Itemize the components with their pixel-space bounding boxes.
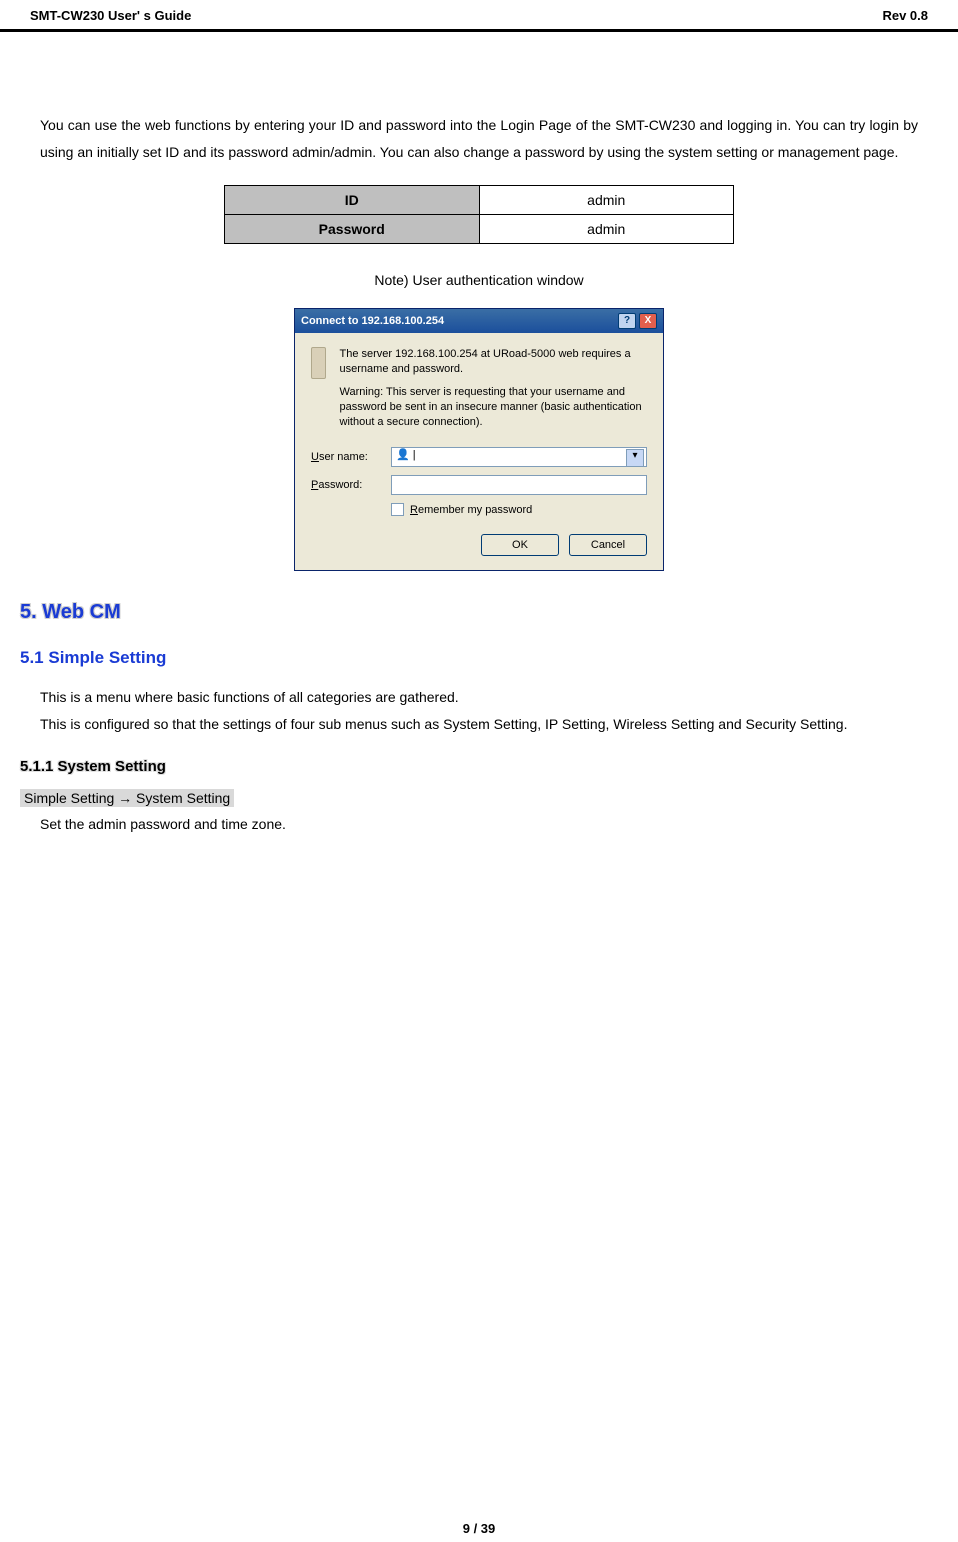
dialog-title-text: Connect to 192.168.100.254 [301,315,444,327]
sec51-line1: This is a menu where basic functions of … [40,684,918,711]
dialog-message-2: Warning: This server is requesting that … [340,385,647,430]
cancel-button[interactable]: Cancel [569,534,647,556]
ok-button[interactable]: OK [481,534,559,556]
section-5-1-heading: 5.1 Simple Setting [20,648,918,668]
doc-rev: Rev 0.8 [882,8,928,23]
sec511-line: Set the admin password and time zone. [40,811,918,838]
auth-dialog: Connect to 192.168.100.254 ? X The serve… [294,308,664,571]
sec51-line2: This is configured so that the settings … [40,711,918,738]
page-number: 9 / 39 [0,1521,958,1536]
id-header: ID [225,186,480,215]
note-caption: Note) User authentication window [40,272,918,288]
intro-paragraph: You can use the web functions by enterin… [40,112,918,165]
section-5-1-1-heading: 5.1.1 System Setting [20,758,918,775]
password-input[interactable] [391,475,647,495]
password-value: admin [479,215,734,244]
table-row: Password admin [225,215,734,244]
remember-checkbox[interactable] [391,503,404,516]
password-label: Password: [311,479,391,491]
breadcrumb: Simple Setting → System Setting [20,789,234,807]
dialog-titlebar: Connect to 192.168.100.254 ? X [295,309,663,333]
close-icon[interactable]: X [639,313,657,329]
table-row: ID admin [225,186,734,215]
credentials-table: ID admin Password admin [224,185,734,244]
user-icon: 👤 [396,449,410,461]
remember-label: Remember my password [410,504,532,516]
doc-title: SMT-CW230 User' s Guide [30,8,191,23]
username-label: User name: [311,451,391,463]
password-header: Password [225,215,480,244]
section-5-heading: 5. Web CM [20,601,918,624]
username-input[interactable]: 👤 | [391,447,647,467]
id-value: admin [479,186,734,215]
dialog-message-1: The server 192.168.100.254 at URoad-5000… [340,347,647,377]
lock-keys-icon [311,347,326,379]
help-icon[interactable]: ? [618,313,636,329]
